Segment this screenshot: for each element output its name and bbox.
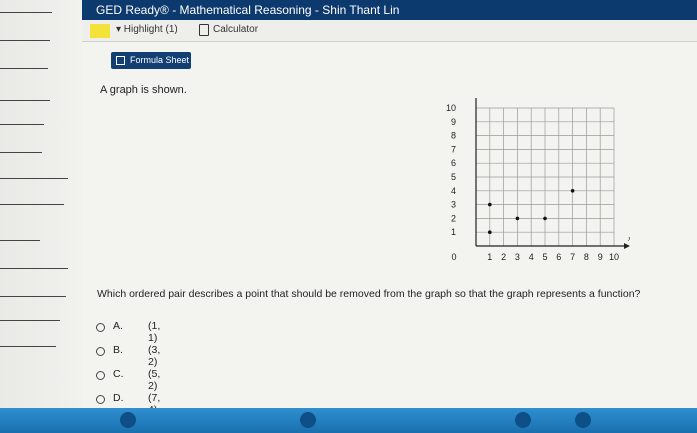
formula-sheet-button[interactable]: Formula Sheet	[111, 52, 191, 69]
divider-line	[0, 100, 50, 101]
x-tick-label: 5	[542, 252, 547, 262]
x-axis-label: x	[627, 234, 630, 243]
x-tick-label: 6	[556, 252, 561, 262]
formula-sheet-label: Formula Sheet	[130, 55, 190, 65]
calculator-icon[interactable]	[199, 24, 209, 36]
radio-c[interactable]	[96, 371, 105, 380]
x-axis-arrow	[624, 243, 630, 249]
choice-letter: A.	[113, 320, 123, 332]
question-text: Which ordered pair describes a point tha…	[97, 288, 641, 300]
toolbar: ▾ Highlight (1) Calculator	[82, 20, 697, 42]
choice-value: (5, 2)	[148, 368, 161, 392]
choice-value: (3, 2)	[148, 344, 161, 368]
divider-line	[0, 124, 44, 125]
question-prompt: A graph is shown.	[100, 84, 187, 96]
x-tick-label: 3	[515, 252, 520, 262]
divider-line	[0, 240, 40, 241]
data-point	[570, 189, 575, 193]
nav-button[interactable]	[575, 412, 591, 428]
nav-button[interactable]	[300, 412, 316, 428]
highlighter-icon[interactable]	[90, 24, 110, 38]
y-tick-label: 5	[451, 172, 456, 182]
x-tick-label: 9	[598, 252, 603, 262]
bottom-navigation-bar	[0, 408, 697, 433]
y-tick-label: 3	[451, 200, 456, 210]
y-tick-label: 1	[451, 227, 456, 237]
choice-value: (1, 1)	[148, 320, 161, 344]
calculator-button[interactable]: Calculator	[213, 24, 258, 35]
x-tick-label: 1	[487, 252, 492, 262]
nav-button[interactable]	[120, 412, 136, 428]
divider-line	[0, 320, 60, 321]
data-point	[488, 230, 492, 234]
y-tick-label: 4	[451, 186, 456, 196]
y-tick-label: 8	[451, 131, 456, 141]
highlight-button[interactable]: ▾ Highlight (1)	[116, 24, 178, 35]
data-point	[488, 202, 492, 207]
y-tick-label: 2	[451, 213, 456, 223]
nav-button[interactable]	[515, 412, 531, 428]
divider-line	[0, 12, 52, 13]
coordinate-graph: xy12345678910123456789100	[446, 98, 630, 262]
divider-line	[0, 346, 56, 347]
divider-line	[0, 268, 68, 269]
x-tick-label: 10	[609, 252, 619, 262]
radio-b[interactable]	[96, 347, 105, 356]
y-tick-label: 6	[451, 158, 456, 168]
x-tick-label: 8	[584, 252, 589, 262]
x-tick-label: 2	[501, 252, 506, 262]
formula-sheet-icon	[116, 56, 125, 65]
y-tick-label: 7	[451, 144, 456, 154]
divider-line	[0, 68, 48, 69]
choice-letter: D.	[113, 392, 124, 404]
origin-label: 0	[451, 252, 456, 262]
x-tick-label: 4	[529, 252, 534, 262]
choice-letter: B.	[113, 344, 123, 356]
choice-letter: C.	[113, 368, 124, 380]
window-title: GED Ready® - Mathematical Reasoning - Sh…	[82, 0, 697, 20]
divider-line	[0, 152, 42, 153]
data-point	[543, 216, 547, 221]
left-panel	[0, 0, 82, 410]
radio-a[interactable]	[96, 323, 105, 332]
radio-d[interactable]	[96, 395, 105, 404]
x-tick-label: 7	[570, 252, 575, 262]
y-tick-label: 10	[446, 103, 456, 113]
divider-line	[0, 40, 50, 41]
divider-line	[0, 178, 68, 179]
data-point	[515, 216, 520, 221]
y-tick-label: 9	[451, 117, 456, 127]
divider-line	[0, 204, 64, 205]
divider-line	[0, 296, 66, 297]
